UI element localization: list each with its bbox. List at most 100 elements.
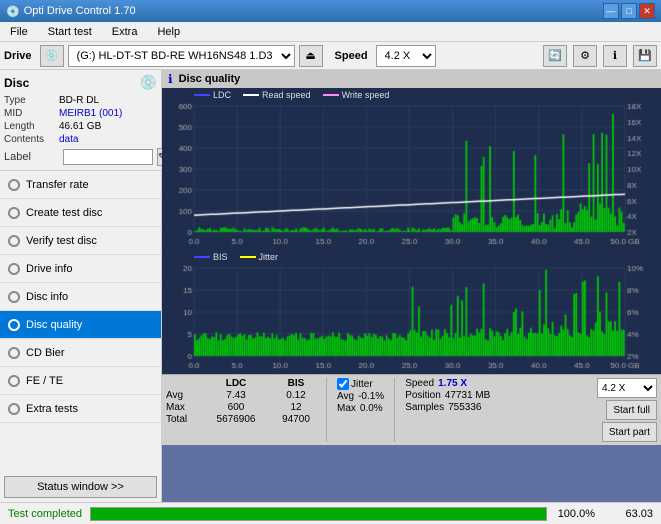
nav-icon-verify-test-disc (8, 235, 20, 247)
legend-write-speed: Write speed (323, 90, 390, 100)
bis-avg: 0.12 (276, 390, 316, 401)
bottom-bar: Test completed 100.0% 63.03 (0, 502, 661, 524)
ldc-bis-stats: LDC BIS Avg 7.43 0.12 Max 600 12 Total (166, 378, 316, 425)
disc-contents-row: Contents data (4, 134, 157, 145)
start-full-button[interactable]: Start full (606, 400, 657, 420)
info-button[interactable]: ℹ (603, 45, 627, 67)
sidebar-item-create-test-disc[interactable]: Create test disc (0, 199, 161, 227)
sidebar-item-transfer-rate[interactable]: Transfer rate (0, 171, 161, 199)
bis-color-swatch (194, 256, 210, 258)
nav-label-disc-quality: Disc quality (26, 319, 82, 331)
progress-percentage: 100.0% (555, 508, 595, 520)
jitter-color-swatch (240, 256, 256, 258)
nav-label-fe-te: FE / TE (26, 375, 63, 387)
drive-icon-btn[interactable]: 💿 (40, 45, 64, 67)
status-window-button[interactable]: Status window >> (4, 476, 157, 498)
progress-extra: 63.03 (603, 508, 653, 520)
maximize-button[interactable]: □ (621, 3, 637, 19)
title-bar-left: 💿 Opti Drive Control 1.70 (6, 5, 136, 18)
avg-label: Avg (166, 390, 196, 401)
content-area: ℹ Disc quality LDC Read speed Write spee… (162, 70, 661, 502)
avg-row: Avg 7.43 0.12 (166, 390, 316, 401)
disc-header: Disc 💿 (4, 74, 157, 91)
nav-icon-disc-info (8, 291, 20, 303)
settings-button[interactable]: ⚙ (573, 45, 597, 67)
nav-label-drive-info: Drive info (26, 263, 72, 275)
ldc-header: LDC (216, 378, 256, 389)
position-label: Position (405, 390, 441, 401)
max-row: Max 600 12 (166, 402, 316, 413)
nav-label-cd-bier: CD Bier (26, 347, 65, 359)
speed-select[interactable]: 4.2 X (376, 45, 436, 67)
app-title: Opti Drive Control 1.70 (24, 5, 136, 17)
minimize-button[interactable]: — (603, 3, 619, 19)
disc-mid-label: MID (4, 108, 59, 119)
disc-mid-value: MEIRB1 (001) (59, 108, 122, 119)
window-controls: — □ ✕ (603, 3, 655, 19)
nav-icon-disc-quality (8, 319, 20, 331)
stats-area: LDC BIS Avg 7.43 0.12 Max 600 12 Total (162, 374, 661, 445)
save-button[interactable]: 💾 (633, 45, 657, 67)
legend-ldc-label: LDC (213, 90, 231, 100)
top-legend: LDC Read speed Write speed (162, 88, 661, 102)
nav-label-extra-tests: Extra tests (26, 403, 78, 415)
nav-label-verify-test-disc: Verify test disc (26, 235, 97, 247)
action-area: 4.2 X Start full Start part (597, 378, 657, 442)
sidebar-item-extra-tests[interactable]: Extra tests (0, 395, 161, 423)
nav-label-disc-info: Disc info (26, 291, 68, 303)
top-chart-canvas (162, 102, 657, 250)
sidebar-item-drive-info[interactable]: Drive info (0, 255, 161, 283)
label-input[interactable] (63, 149, 153, 165)
title-bar: 💿 Opti Drive Control 1.70 — □ ✕ (0, 0, 661, 22)
jitter-max-label: Max (337, 403, 356, 414)
start-part-button[interactable]: Start part (602, 422, 657, 442)
drive-select[interactable]: (G:) HL-DT-ST BD-RE WH16NS48 1.D3 (68, 45, 295, 67)
vertical-divider-2 (394, 378, 395, 442)
disc-info-panel: Disc 💿 Type BD-R DL MID MEIRB1 (001) Len… (0, 70, 161, 171)
jitter-checkbox[interactable] (337, 378, 349, 390)
close-button[interactable]: ✕ (639, 3, 655, 19)
speed-row: Speed 1.75 X (405, 378, 490, 389)
menu-help[interactable]: Help (151, 25, 186, 39)
refresh-button[interactable]: 🔄 (543, 45, 567, 67)
blank-label (166, 378, 196, 389)
jitter-avg-label: Avg (337, 391, 354, 402)
total-label: Total (166, 414, 196, 425)
main-content: Disc 💿 Type BD-R DL MID MEIRB1 (001) Len… (0, 70, 661, 502)
sidebar-item-disc-quality[interactable]: Disc quality (0, 311, 161, 339)
legend-read-speed: Read speed (243, 90, 311, 100)
nav-icon-drive-info (8, 263, 20, 275)
drive-bar: Drive 💿 (G:) HL-DT-ST BD-RE WH16NS48 1.D… (0, 42, 661, 70)
sidebar-item-cd-bier[interactable]: CD Bier (0, 339, 161, 367)
legend-read-speed-label: Read speed (262, 90, 311, 100)
speed-dropdown[interactable]: 4.2 X (597, 378, 657, 398)
top-chart-area: LDC Read speed Write speed (162, 88, 661, 250)
app-icon: 💿 (6, 5, 20, 18)
position-value: 47731 MB (445, 390, 491, 401)
menu-extra[interactable]: Extra (106, 25, 144, 39)
disc-title: Disc (4, 76, 29, 90)
drive-label: Drive (4, 50, 32, 62)
sidebar-item-disc-info[interactable]: Disc info (0, 283, 161, 311)
legend-jitter: Jitter (240, 252, 279, 262)
ldc-avg: 7.43 (216, 390, 256, 401)
bis-total: 94700 (276, 414, 316, 425)
menu-file[interactable]: File (4, 25, 34, 39)
sidebar-item-verify-test-disc[interactable]: Verify test disc (0, 227, 161, 255)
speed-label: Speed (405, 378, 434, 389)
disc-length-value: 46.61 GB (59, 121, 101, 132)
progress-bar (90, 507, 547, 521)
menu-start-test[interactable]: Start test (42, 25, 98, 39)
disc-contents-label: Contents (4, 134, 59, 145)
disc-icon: 💿 (140, 74, 157, 91)
disc-length-label: Length (4, 121, 59, 132)
total-row: Total 5676906 94700 (166, 414, 316, 425)
menu-bar: File Start test Extra Help (0, 22, 661, 42)
sidebar-item-fe-te[interactable]: FE / TE (0, 367, 161, 395)
nav-icon-fe-te (8, 375, 20, 387)
bis-max: 12 (276, 402, 316, 413)
disc-quality-header: ℹ Disc quality (162, 70, 661, 88)
max-label: Max (166, 402, 196, 413)
nav-icon-extra-tests (8, 403, 20, 415)
eject-button[interactable]: ⏏ (299, 45, 323, 67)
